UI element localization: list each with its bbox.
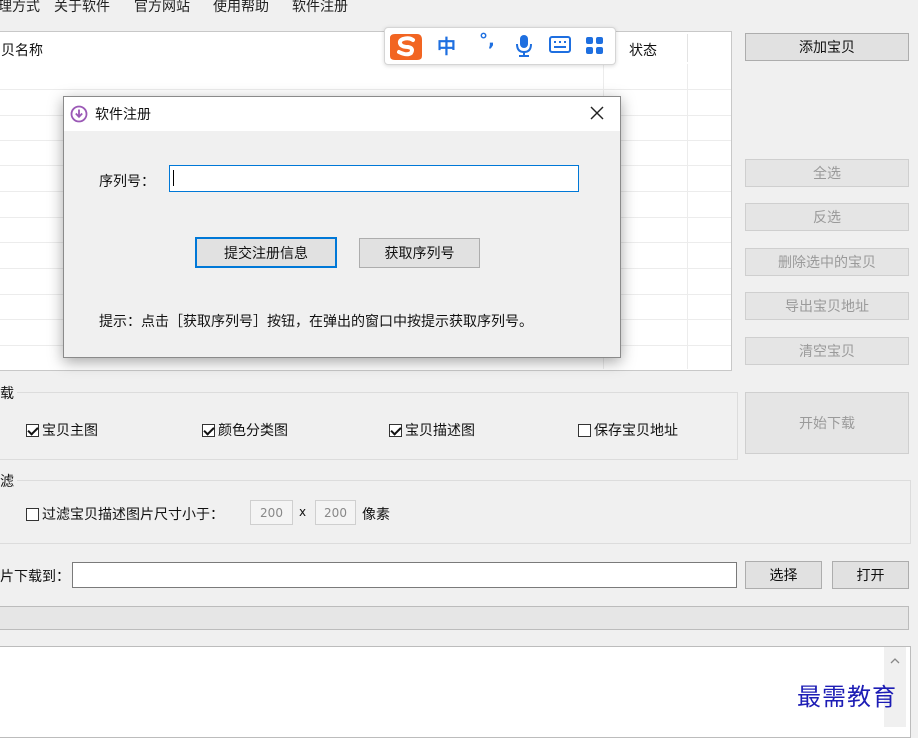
pixel-unit-label: 像素 [362,507,390,523]
checkbox-label: 保存宝贝地址 [594,423,678,439]
dialog-hint-text: 提示：点击［获取序列号］按钮，在弹出的窗口中按提示获取序列号。 [99,314,533,330]
keyboard-icon[interactable] [549,36,571,54]
invert-selection-button[interactable]: 反选 [745,203,909,231]
microphone-icon[interactable] [515,34,533,58]
log-text-area[interactable] [0,646,911,738]
menu-item-website[interactable]: 官方网站 [134,0,190,16]
menu-item-about[interactable]: 关于软件 [54,0,110,16]
menu-item-register[interactable]: 软件注册 [292,0,348,16]
filter-size-checkbox[interactable]: 过滤宝贝描述图片尺寸小于： [26,504,224,524]
column-separator [687,34,688,62]
checkbox-label: 颜色分类图 [218,423,288,439]
save-url-checkbox[interactable]: 保存宝贝地址 [578,420,678,440]
toolbox-grid-icon[interactable] [585,36,605,56]
column-divider [687,64,688,369]
menu-bar: 理方式 关于软件 官方网站 使用帮助 软件注册 [0,0,918,16]
open-folder-button[interactable]: 打开 [832,561,909,589]
serial-number-label: 序列号： [99,174,155,190]
register-dialog: 软件注册 序列号： 提交注册信息 获取序列号 提示：点击［获取序列号］按钮，在弹… [63,96,621,358]
dialog-title: 软件注册 [95,107,151,123]
download-group-label: 载 [0,383,17,403]
ime-toolbar: 中 °, [384,27,616,65]
serial-number-input[interactable] [169,165,579,192]
desc-image-checkbox[interactable]: 宝贝描述图 [389,420,475,440]
select-all-button[interactable]: 全选 [745,159,909,187]
dialog-title-bar[interactable]: 软件注册 [64,97,620,131]
main-image-checkbox[interactable]: 宝贝主图 [26,420,98,440]
add-item-button[interactable]: 添加宝贝 [745,33,909,61]
checkbox-checked-icon[interactable] [26,423,39,437]
times-sign: x [299,505,307,519]
filter-group-label: 滤 [0,471,17,491]
checkbox-checked-icon[interactable] [389,423,402,437]
text-caret [173,170,174,186]
checkbox-unchecked-icon[interactable] [26,507,39,521]
submit-registration-button[interactable]: 提交注册信息 [195,237,337,268]
download-progress-bar [0,606,909,630]
start-download-button[interactable]: 开始下载 [745,392,909,454]
menu-item-method[interactable]: 理方式 [0,0,40,16]
row-divider [0,89,731,90]
checkbox-unchecked-icon[interactable] [578,423,591,437]
get-serial-button[interactable]: 获取序列号 [359,238,480,268]
clear-items-button[interactable]: 清空宝贝 [745,337,909,365]
sogou-logo-icon[interactable] [389,30,423,62]
checkbox-label: 宝贝主图 [42,423,98,439]
color-image-checkbox[interactable]: 颜色分类图 [202,420,288,440]
column-header-status[interactable]: 状态 [629,40,657,60]
column-header-name[interactable]: 贝名称 [1,40,43,60]
choose-folder-button[interactable]: 选择 [745,561,822,589]
save-path-label: 片下载到： [0,569,70,585]
watermark-text: 最需教育 [797,683,897,711]
menu-item-help[interactable]: 使用帮助 [213,0,269,16]
delete-selected-button[interactable]: 删除选中的宝贝 [745,248,909,276]
ime-lang-indicator[interactable]: 中 [437,32,456,59]
save-path-input[interactable] [72,562,737,588]
close-icon[interactable] [590,106,604,124]
download-circle-icon [70,105,88,127]
checkbox-checked-icon[interactable] [202,423,215,437]
checkbox-label: 宝贝描述图 [405,423,475,439]
checkbox-label: 过滤宝贝描述图片尺寸小于： [42,507,224,523]
filter-width-input[interactable]: 200 [250,500,293,525]
scroll-up-arrow-icon[interactable] [884,651,906,671]
filter-height-input[interactable]: 200 [315,500,356,525]
ime-punctuation-indicator[interactable]: °, [479,30,495,51]
export-urls-button[interactable]: 导出宝贝地址 [745,292,909,320]
